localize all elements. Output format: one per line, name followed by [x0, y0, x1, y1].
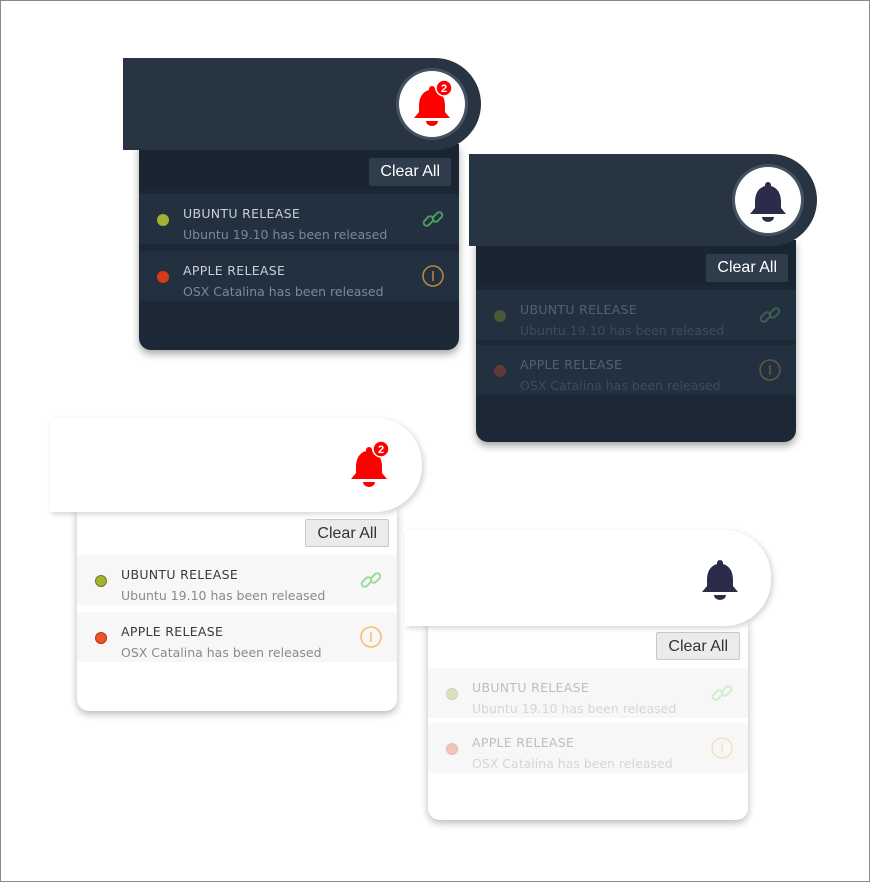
notification-item[interactable]: UBUNTU RELEASE Ubuntu 19.10 has been rel…: [428, 668, 748, 718]
notification-message: Ubuntu 19.10 has been released: [520, 323, 725, 338]
link-icon[interactable]: [710, 681, 734, 705]
notification-message: Ubuntu 19.10 has been released: [121, 588, 326, 603]
notification-title: APPLE RELEASE: [183, 263, 286, 278]
status-dot: [95, 575, 107, 587]
notification-item[interactable]: APPLE RELEASE OSX Catalina has been rele…: [476, 345, 796, 395]
notification-message: OSX Catalina has been released: [121, 645, 322, 660]
status-dot: [446, 688, 458, 700]
status-dot: [446, 743, 458, 755]
notification-widget-dark-inactive: Clear All UBUNTU RELEASE Ubuntu 19.10 ha…: [469, 154, 821, 444]
badge-count: 2: [441, 83, 447, 95]
notification-message: Ubuntu 19.10 has been released: [472, 701, 677, 716]
link-icon[interactable]: [758, 303, 782, 327]
notification-item[interactable]: UBUNTU RELEASE Ubuntu 19.10 has been rel…: [476, 290, 796, 340]
notification-widget-light-inactive: Clear All UBUNTU RELEASE Ubuntu 19.10 ha…: [405, 530, 775, 824]
bell-button[interactable]: [735, 167, 801, 233]
status-dot: [494, 310, 506, 322]
status-dot: [494, 365, 506, 377]
bell-icon: [750, 182, 786, 222]
notification-title: UBUNTU RELEASE: [520, 302, 638, 317]
notification-message: Ubuntu 19.10 has been released: [183, 227, 388, 242]
notification-title: APPLE RELEASE: [472, 735, 575, 750]
link-icon[interactable]: [421, 207, 445, 231]
bell-button[interactable]: [687, 545, 753, 611]
clear-all-button[interactable]: Clear All: [369, 158, 451, 186]
notification-title: APPLE RELEASE: [520, 357, 623, 372]
status-dot: [157, 271, 169, 283]
notification-message: OSX Catalina has been released: [520, 378, 721, 393]
status-dot: [95, 632, 107, 644]
bell-icon: 2: [414, 79, 453, 126]
notification-title: UBUNTU RELEASE: [183, 206, 301, 221]
notification-widget-light-active: Clear All UBUNTU RELEASE Ubuntu 19.10 ha…: [50, 418, 430, 714]
clear-all-button[interactable]: Clear All: [305, 519, 389, 547]
link-icon[interactable]: [359, 568, 383, 592]
notification-item[interactable]: UBUNTU RELEASE Ubuntu 19.10 has been rel…: [139, 194, 459, 244]
badge-count: 2: [378, 444, 384, 456]
bell-button[interactable]: 2: [399, 71, 465, 137]
notification-widget-dark-active: Clear All UBUNTU RELEASE Ubuntu 19.10 ha…: [123, 58, 483, 353]
notification-item[interactable]: APPLE RELEASE OSX Catalina has been rele…: [77, 612, 397, 662]
notification-message: OSX Catalina has been released: [183, 284, 384, 299]
notification-panel: Clear All UBUNTU RELEASE Ubuntu 19.10 ha…: [428, 622, 748, 820]
status-dot: [157, 214, 169, 226]
notification-panel: Clear All UBUNTU RELEASE Ubuntu 19.10 ha…: [476, 240, 796, 442]
notification-item[interactable]: UBUNTU RELEASE Ubuntu 19.10 has been rel…: [77, 555, 397, 605]
notification-title: UBUNTU RELEASE: [121, 567, 239, 582]
info-icon[interactable]: [359, 625, 383, 649]
notification-item[interactable]: APPLE RELEASE OSX Catalina has been rele…: [428, 723, 748, 773]
notification-title: APPLE RELEASE: [121, 624, 224, 639]
bell-icon: [702, 560, 738, 600]
notification-panel: Clear All UBUNTU RELEASE Ubuntu 19.10 ha…: [77, 508, 397, 711]
bell-button[interactable]: 2: [336, 432, 402, 498]
clear-all-button[interactable]: Clear All: [656, 632, 740, 660]
info-icon[interactable]: [421, 264, 445, 288]
notification-panel: Clear All UBUNTU RELEASE Ubuntu 19.10 ha…: [139, 144, 459, 350]
clear-all-button[interactable]: Clear All: [706, 254, 788, 282]
info-icon[interactable]: [758, 358, 782, 382]
bell-icon: 2: [351, 440, 390, 487]
info-icon[interactable]: [710, 736, 734, 760]
notification-title: UBUNTU RELEASE: [472, 680, 590, 695]
notification-item[interactable]: APPLE RELEASE OSX Catalina has been rele…: [139, 251, 459, 301]
notification-message: OSX Catalina has been released: [472, 756, 673, 771]
